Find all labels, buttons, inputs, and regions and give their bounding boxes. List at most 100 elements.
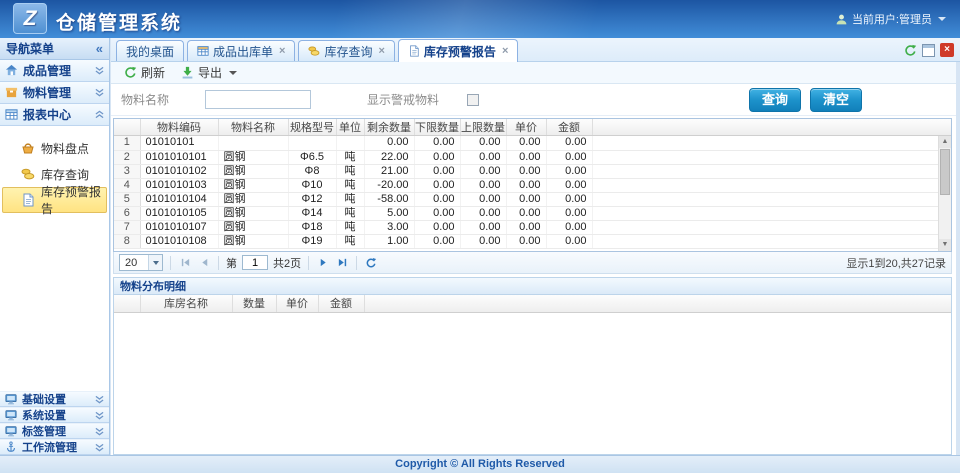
scrollbar-thumb[interactable] — [940, 149, 950, 195]
page-number-input[interactable] — [242, 255, 268, 270]
column-header[interactable]: 单价 — [506, 119, 546, 136]
clear-button[interactable]: 清空 — [810, 88, 862, 112]
column-header[interactable]: 下限数量 — [414, 119, 460, 136]
sidebar-group-workflow[interactable]: 工作流管理 — [0, 439, 109, 455]
row-number: 1 — [114, 136, 140, 150]
sidebar-group-system-settings[interactable]: 系统设置 — [0, 407, 109, 423]
table-cell: Φ8 — [288, 164, 336, 178]
table-cell: 0101010107 — [140, 220, 218, 234]
table-cell: 圆钢 — [218, 206, 288, 220]
column-header[interactable]: 库房名称 — [140, 295, 232, 312]
refresh-tabs-icon[interactable] — [904, 44, 917, 57]
close-all-icon[interactable]: × — [940, 43, 954, 57]
table-cell: 0.00 — [506, 192, 546, 206]
table-cell: 0.00 — [460, 164, 506, 178]
next-page-icon[interactable] — [316, 256, 330, 270]
column-header[interactable]: 单位 — [336, 119, 364, 136]
table-cell: 01010101 — [140, 136, 218, 150]
table-cell: 0.00 — [460, 192, 506, 206]
table-cell: 0.00 — [546, 234, 592, 248]
page-suffix-label: 共2页 — [273, 255, 301, 271]
grid-header-row: 物料编码 物料名称 规格型号 单位 剩余数量 下限数量 上限数量 单价 金额 — [114, 119, 951, 136]
header-filler — [592, 119, 951, 136]
warn-checkbox[interactable] — [467, 94, 479, 106]
page-prefix-label: 第 — [226, 255, 237, 271]
user-menu[interactable]: 当前用户:管理员 — [835, 11, 946, 27]
materials-icon — [5, 86, 18, 99]
column-header[interactable]: 单价 — [276, 295, 318, 312]
table-row[interactable]: 70101010107圆钢Φ18吨3.000.000.000.000.00 — [114, 220, 951, 234]
table-row[interactable]: 80101010108圆钢Φ19吨1.000.000.000.000.00 — [114, 234, 951, 248]
tab-warning-report[interactable]: 库存预警报告 × — [398, 39, 518, 62]
table-row[interactable]: 40101010103圆钢Φ10吨-20.000.000.000.000.00 — [114, 178, 951, 192]
vertical-scrollbar[interactable]: ▲ ▼ — [938, 136, 951, 251]
scroll-up-icon[interactable]: ▲ — [939, 136, 951, 148]
sidebar-group-label: 工作流管理 — [22, 439, 77, 455]
tab-close-icon[interactable]: × — [279, 45, 285, 57]
export-button[interactable]: 导出 — [174, 63, 244, 82]
column-header[interactable]: 数量 — [232, 295, 276, 312]
table-cell: 0.00 — [414, 220, 460, 234]
sidebar-group-materials[interactable]: 物料管理 — [0, 82, 109, 104]
table-cell: 吨 — [336, 164, 364, 178]
column-header[interactable]: 金额 — [546, 119, 592, 136]
tab-inventory-query[interactable]: 库存查询 × — [298, 40, 394, 61]
app-logo: Z — [13, 3, 47, 34]
sidebar-group-report-center[interactable]: 报表中心 — [0, 104, 109, 126]
refresh-button[interactable]: 刷新 — [117, 63, 172, 82]
sidebar-item-warning-report[interactable]: 库存预警报告 — [2, 187, 107, 213]
home-icon — [5, 64, 18, 77]
sidebar-collapse-button[interactable]: « — [96, 42, 103, 55]
sidebar-group-base-settings[interactable]: 基础设置 — [0, 391, 109, 407]
maximize-icon[interactable] — [922, 44, 935, 57]
material-name-input[interactable] — [205, 90, 311, 109]
table-cell: 1.00 — [364, 234, 414, 248]
table-cell: 圆钢 — [218, 178, 288, 192]
tab-close-icon[interactable]: × — [378, 45, 384, 57]
table-cell: 吨 — [336, 178, 364, 192]
sidebar-group-finished-goods[interactable]: 成品管理 — [0, 60, 109, 82]
prev-page-icon[interactable] — [197, 256, 211, 270]
table-cell: 0.00 — [546, 220, 592, 234]
table-row[interactable]: 60101010105圆钢Φ14吨5.000.000.000.000.00 — [114, 206, 951, 220]
sidebar-group-label-manage[interactable]: 标签管理 — [0, 423, 109, 439]
table-row[interactable]: 1010101010.000.000.000.000.00 — [114, 136, 951, 150]
grid-header-table: 物料编码 物料名称 规格型号 单位 剩余数量 下限数量 上限数量 单价 金额 — [114, 119, 951, 136]
row-filler — [592, 164, 951, 178]
chevron-down-icon — [938, 17, 946, 21]
tab-label: 成品出库单 — [213, 43, 273, 60]
coins-icon — [21, 167, 35, 181]
row-filler — [592, 206, 951, 220]
detail-panel-title: 物料分布明细 — [113, 277, 952, 295]
column-header[interactable]: 物料名称 — [218, 119, 288, 136]
sidebar-item-stocktake[interactable]: 物料盘点 — [2, 135, 107, 161]
table-cell: 0101010101 — [140, 150, 218, 164]
column-header[interactable]: 物料编码 — [140, 119, 218, 136]
tab-close-icon[interactable]: × — [502, 45, 508, 57]
page-size-value: 20 — [120, 257, 148, 269]
column-header[interactable]: 金额 — [318, 295, 364, 312]
table-row[interactable]: 50101010104圆钢Φ12吨-58.000.000.000.000.00 — [114, 192, 951, 206]
table-cell: 0101010102 — [140, 164, 218, 178]
tab-my-desktop[interactable]: 我的桌面 — [116, 40, 184, 61]
first-page-icon[interactable] — [178, 256, 192, 270]
table-row[interactable]: 30101010102圆钢Φ8吨21.000.000.000.000.00 — [114, 164, 951, 178]
row-filler — [592, 178, 951, 192]
table-cell: 0.00 — [546, 178, 592, 192]
column-header[interactable]: 剩余数量 — [364, 119, 414, 136]
column-header[interactable]: 规格型号 — [288, 119, 336, 136]
chevron-down-icon — [229, 71, 237, 75]
last-page-icon[interactable] — [335, 256, 349, 270]
reload-page-icon[interactable] — [364, 256, 378, 270]
row-number-header — [114, 295, 140, 312]
search-button[interactable]: 查询 — [749, 88, 801, 112]
tab-outbound-order[interactable]: 成品出库单 × — [187, 40, 295, 61]
page-size-select[interactable]: 20 — [119, 254, 163, 271]
scroll-down-icon[interactable]: ▼ — [939, 239, 951, 251]
column-header[interactable]: 上限数量 — [460, 119, 506, 136]
table-cell: 0.00 — [546, 206, 592, 220]
table-cell: Φ18 — [288, 220, 336, 234]
table-row[interactable]: 20101010101圆钢Φ6.5吨22.000.000.000.000.00 — [114, 150, 951, 164]
table-cell: 0.00 — [460, 136, 506, 150]
chevron-double-down-icon — [95, 411, 104, 420]
